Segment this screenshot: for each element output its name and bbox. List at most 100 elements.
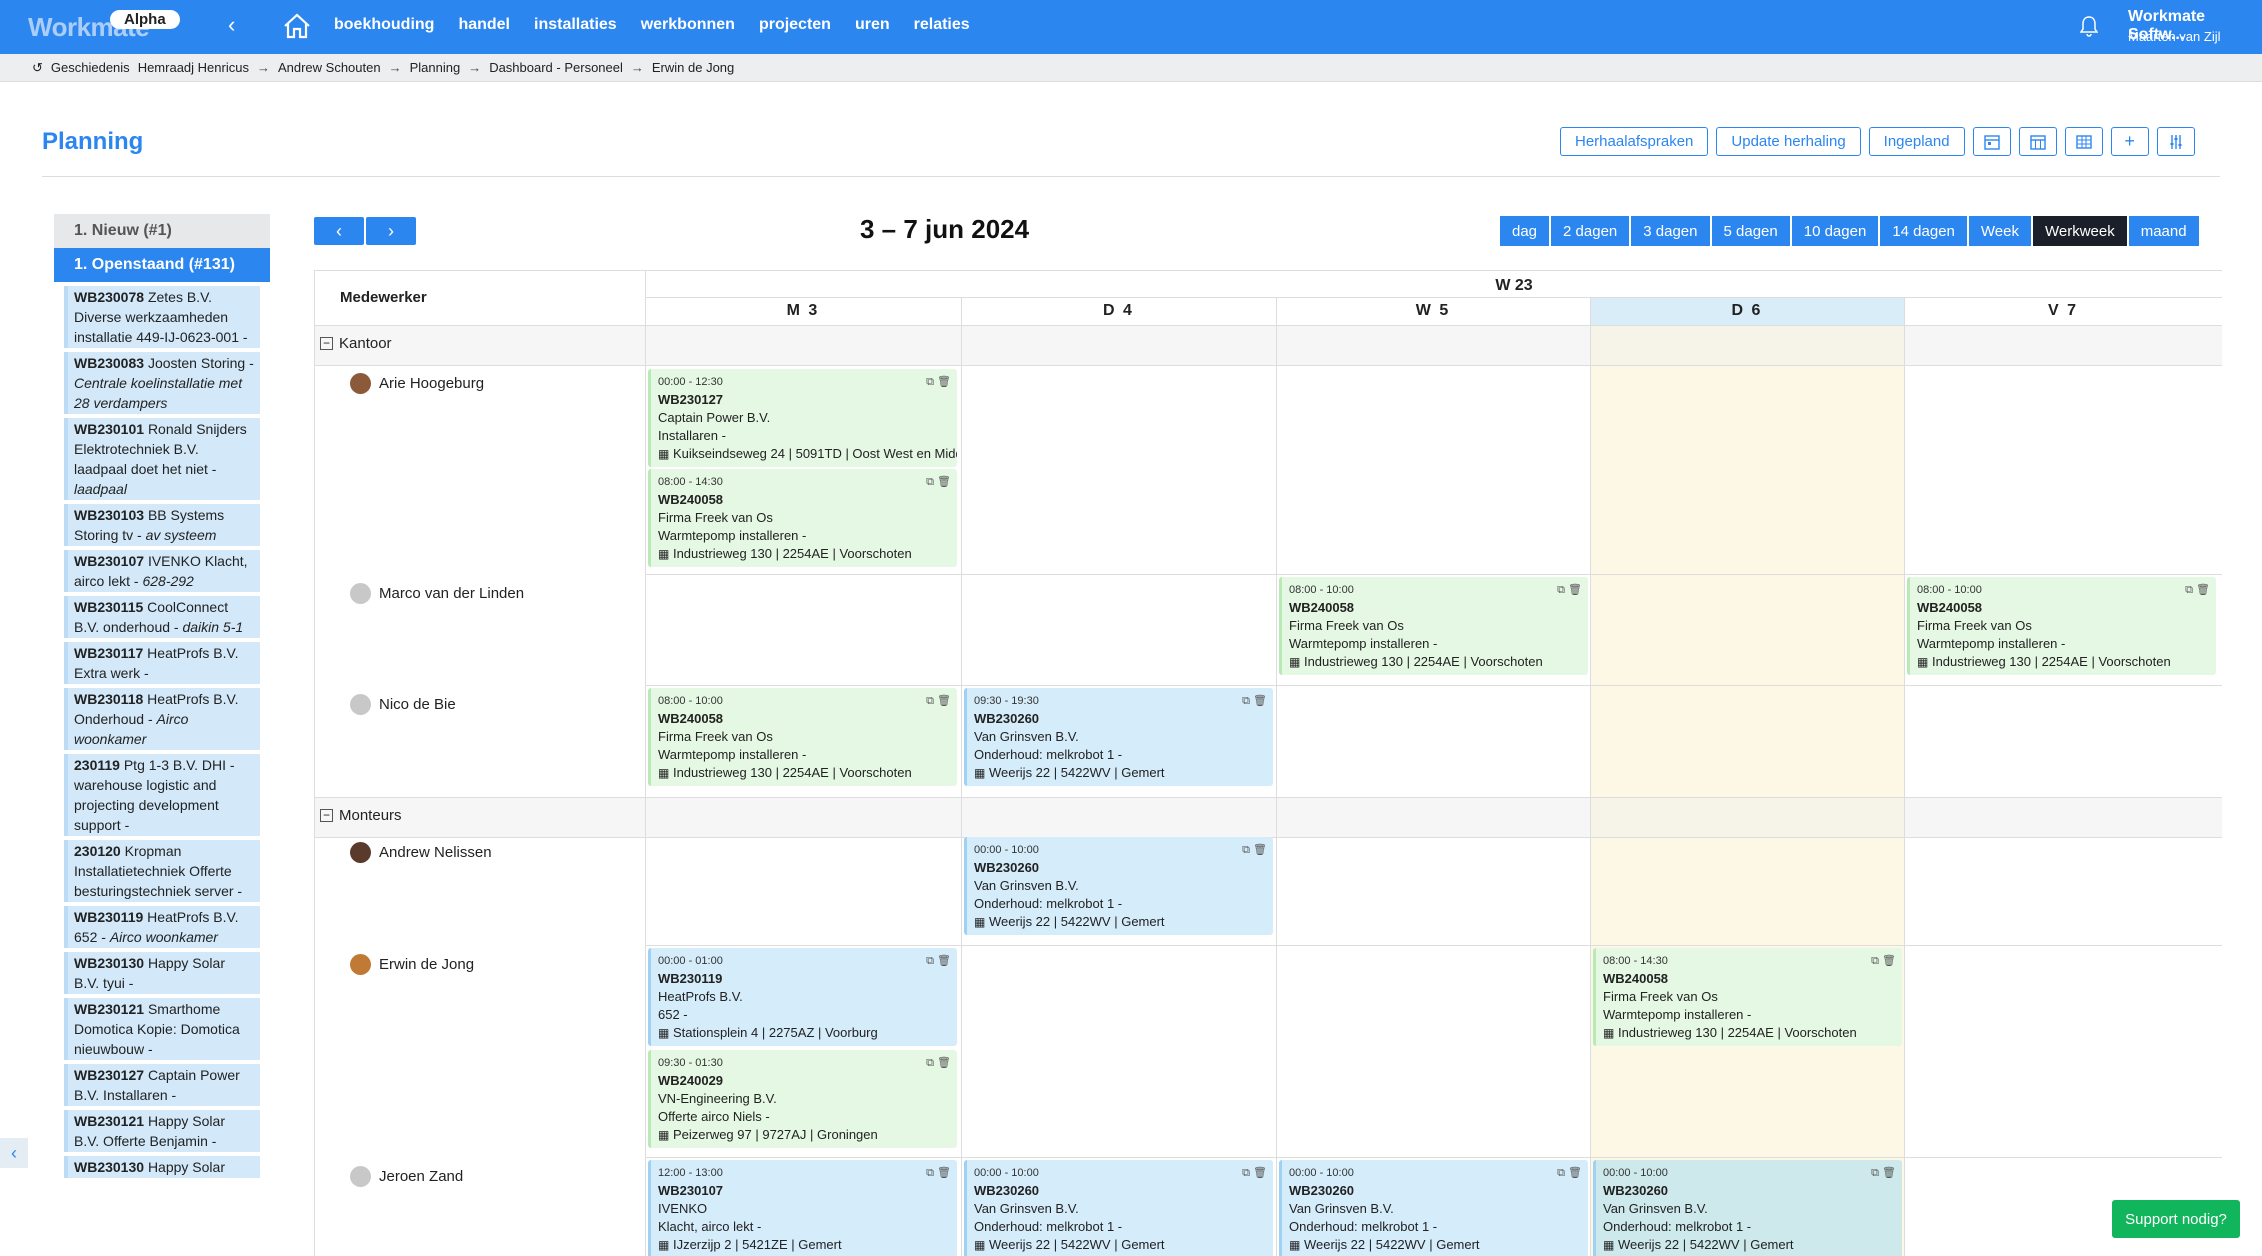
trash-icon[interactable]: 🗑 (1253, 695, 1267, 707)
group-new[interactable]: 1. Nieuw (#1) (54, 214, 270, 248)
nav-installaties[interactable]: installaties (534, 16, 617, 34)
collapse-group-icon[interactable]: − (320, 337, 333, 350)
breadcrumb-item[interactable]: Planning (410, 60, 461, 75)
copy-icon[interactable]: ⧉ (926, 955, 934, 967)
planning-event[interactable]: 08:00 - 10:00 WB240058 Firma Freek van Os W… (1279, 577, 1588, 675)
view-maand[interactable]: maand (2128, 216, 2199, 246)
work-order-item[interactable]: WB230130 Happy Solar (64, 1156, 260, 1178)
breadcrumb-item[interactable]: Erwin de Jong (652, 60, 734, 75)
work-order-item[interactable]: WB230083 Joosten Storing - Centrale koel… (64, 352, 260, 414)
ingepland-button[interactable]: Ingepland (1868, 127, 1965, 156)
group-kantoor[interactable]: − Kantoor (320, 335, 392, 352)
copy-icon[interactable]: ⧉ (926, 1167, 934, 1179)
day-header[interactable]: V 7 (1904, 297, 2222, 325)
planning-event[interactable]: 00:00 - 10:00 WB230260 Van Grinsven B.V. On… (1593, 1160, 1902, 1256)
trash-icon[interactable]: 🗑 (937, 376, 951, 388)
nav-boekhouding[interactable]: boekhouding (334, 16, 434, 34)
work-order-item[interactable]: WB230078 Zetes B.V. Diverse werkzaamhede… (64, 286, 260, 348)
planning-event[interactable]: 00:00 - 01:00 WB230119 HeatProfs B.V. 652 -… (648, 948, 957, 1046)
collapse-menu-icon[interactable]: ‹ (228, 12, 235, 38)
copy-icon[interactable]: ⧉ (2185, 584, 2193, 596)
trash-icon[interactable]: 🗑 (937, 1057, 951, 1069)
day-header[interactable]: W 5 (1276, 297, 1590, 325)
planning-event[interactable]: 08:00 - 14:30 WB240058 Firma Freek van Os W… (1593, 948, 1902, 1046)
planning-event[interactable]: 00:00 - 10:00 WB230260 Van Grinsven B.V. On… (964, 1160, 1273, 1256)
work-order-item[interactable]: 230120 Kropman Installatietechniek Offer… (64, 840, 260, 902)
view-week[interactable]: Week (1968, 216, 2031, 246)
collapse-group-icon[interactable]: − (320, 809, 333, 822)
update-herhaling-button[interactable]: Update herhaling (1716, 127, 1861, 156)
employee-row-label[interactable]: Andrew Nelissen (350, 842, 492, 863)
view-2-dagen[interactable]: 2 dagen (1551, 216, 1630, 246)
trash-icon[interactable]: 🗑 (1568, 584, 1582, 596)
work-order-item[interactable]: WB230101 Ronald Snijders Elektrotechniek… (64, 418, 260, 500)
nav-werkbonnen[interactable]: werkbonnen (641, 16, 735, 34)
support-button[interactable]: Support nodig? (2112, 1200, 2240, 1238)
employee-row-label[interactable]: Erwin de Jong (350, 954, 474, 975)
copy-icon[interactable]: ⧉ (1242, 1167, 1250, 1179)
prev-period-button[interactable]: ‹ (314, 217, 364, 245)
copy-icon[interactable]: ⧉ (926, 376, 934, 388)
copy-icon[interactable]: ⧉ (926, 1057, 934, 1069)
view-dag[interactable]: dag (1500, 216, 1550, 246)
trash-icon[interactable]: 🗑 (937, 1167, 951, 1179)
copy-icon[interactable]: ⧉ (926, 695, 934, 707)
work-order-item[interactable]: WB230117 HeatProfs B.V. Extra werk - (64, 642, 260, 684)
view-10-dagen[interactable]: 10 dagen (1791, 216, 1879, 246)
sliders-icon[interactable] (2156, 127, 2195, 156)
next-period-button[interactable]: › (366, 217, 416, 245)
view-5-dagen[interactable]: 5 dagen (1711, 216, 1790, 246)
copy-icon[interactable]: ⧉ (1871, 1167, 1879, 1179)
work-order-item[interactable]: 230119 Ptg 1-3 B.V. DHI - warehouse logi… (64, 754, 260, 836)
history-icon[interactable]: ↺ (32, 60, 43, 76)
day-header[interactable]: D 4 (961, 297, 1276, 325)
copy-icon[interactable]: ⧉ (1557, 584, 1565, 596)
employee-row-label[interactable]: Marco van der Linden (350, 583, 524, 604)
nav-handel[interactable]: handel (458, 16, 510, 34)
trash-icon[interactable]: 🗑 (1253, 1167, 1267, 1179)
planning-event[interactable]: 09:30 - 19:30 WB230260 Van Grinsven B.V. On… (964, 688, 1273, 786)
breadcrumb-history[interactable]: Geschiedenis (51, 60, 130, 75)
work-order-item[interactable]: WB230103 BB Systems Storing tv - av syst… (64, 504, 260, 546)
copy-icon[interactable]: ⧉ (1557, 1167, 1565, 1179)
user-name[interactable]: Maarten van Zijl (2128, 29, 2220, 44)
planning-event[interactable]: 00:00 - 12:30 WB230127 Captain Power B.V. I… (648, 369, 957, 467)
group-monteurs[interactable]: − Monteurs (320, 807, 402, 824)
planning-event[interactable]: 08:00 - 10:00 WB240058 Firma Freek van Os W… (1907, 577, 2216, 675)
employee-row-label[interactable]: Nico de Bie (350, 694, 456, 715)
work-order-item[interactable]: WB230107 IVENKO Klacht, airco lekt - 628… (64, 550, 260, 592)
chevron-left-icon[interactable]: ‹ (0, 1138, 28, 1168)
trash-icon[interactable]: 🗑 (937, 955, 951, 967)
work-order-item[interactable]: WB230119 HeatProfs B.V. 652 - Airco woon… (64, 906, 260, 948)
view-14-dagen[interactable]: 14 dagen (1880, 216, 1967, 246)
nav-relaties[interactable]: relaties (914, 16, 970, 34)
calendar-week-icon[interactable] (2018, 127, 2057, 156)
view-werkweek[interactable]: Werkweek (2032, 216, 2127, 246)
breadcrumb-item[interactable]: Andrew Schouten (278, 60, 381, 75)
work-order-item[interactable]: WB230127 Captain Power B.V. Installaren … (64, 1064, 260, 1106)
trash-icon[interactable]: 🗑 (1253, 844, 1267, 856)
planning-event[interactable]: 00:00 - 10:00 WB230260 Van Grinsven B.V. On… (964, 837, 1273, 935)
planning-event[interactable]: 12:00 - 13:00 WB230107 IVENKO Klacht, airco… (648, 1160, 957, 1256)
work-order-item[interactable]: WB230121 Smarthome Domotica Kopie: Domot… (64, 998, 260, 1060)
grid-icon[interactable] (2064, 127, 2103, 156)
plus-icon[interactable]: + (2110, 127, 2149, 156)
planning-event[interactable]: 08:00 - 14:30 WB240058 Firma Freek van Os W… (648, 469, 957, 567)
view-3-dagen[interactable]: 3 dagen (1631, 216, 1710, 246)
day-header[interactable]: M 3 (645, 297, 961, 325)
work-order-item[interactable]: WB230118 HeatProfs B.V. Onderhoud - Airc… (64, 688, 260, 750)
planning-event[interactable]: 00:00 - 10:00 WB230260 Van Grinsven B.V. On… (1279, 1160, 1588, 1256)
trash-icon[interactable]: 🗑 (1882, 955, 1896, 967)
employee-row-label[interactable]: Arie Hoogeburg (350, 373, 484, 394)
planning-event[interactable]: 09:30 - 01:30 WB240029 VN-Engineering B.V.… (648, 1050, 957, 1148)
copy-icon[interactable]: ⧉ (1242, 844, 1250, 856)
trash-icon[interactable]: 🗑 (937, 695, 951, 707)
nav-projecten[interactable]: projecten (759, 16, 831, 34)
trash-icon[interactable]: 🗑 (937, 476, 951, 488)
work-order-item[interactable]: WB230130 Happy Solar B.V. tyui - (64, 952, 260, 994)
bell-icon[interactable] (2079, 15, 2099, 42)
group-open[interactable]: 1. Openstaand (#131) (54, 248, 270, 282)
herhaalafspraken-button[interactable]: Herhaalafspraken (1560, 127, 1709, 156)
planning-event[interactable]: 08:00 - 10:00 WB240058 Firma Freek van Os W… (648, 688, 957, 786)
work-order-item[interactable]: WB230121 Happy Solar B.V. Offerte Benjam… (64, 1110, 260, 1152)
